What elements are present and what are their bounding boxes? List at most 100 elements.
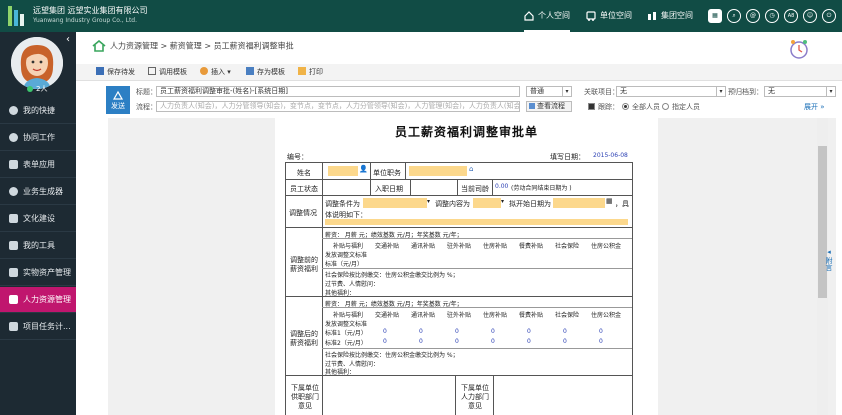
- save-draft-button[interactable]: 保存待发: [96, 67, 135, 77]
- sidebar-item-label: 我的快捷: [23, 106, 55, 115]
- sidebar-item-biz-generator[interactable]: 业务生成器: [0, 179, 76, 205]
- before-label: 调整前的薪资福利: [290, 256, 318, 273]
- sidebar-item-collab[interactable]: 协同工作: [0, 125, 76, 151]
- specified-people-radio[interactable]: [662, 103, 669, 110]
- save-template-icon: [246, 67, 254, 75]
- table-border: [492, 179, 493, 195]
- toolbox-icon: [9, 241, 18, 250]
- collapse-sidebar-icon[interactable]: ‹: [66, 34, 70, 45]
- fill-date-value: 2015-06-08: [593, 152, 628, 159]
- current-age-label: 当前司龄: [461, 185, 489, 193]
- tab-personal-space-label: 个人空间: [538, 11, 570, 20]
- entry-date-label: 入职日期: [375, 185, 403, 193]
- avatar[interactable]: [11, 37, 63, 89]
- table-border: [455, 375, 456, 415]
- after-std2-label: 标准2（元/月）: [325, 340, 367, 347]
- table-border: [370, 162, 371, 195]
- adjust-cond-label: 调整条件为: [325, 200, 360, 208]
- user-icon[interactable]: ☺: [803, 9, 817, 23]
- online-count: 2人: [27, 84, 47, 94]
- insert-button[interactable]: 插入 ▾: [200, 67, 231, 77]
- table-border: [285, 179, 632, 180]
- expand-link[interactable]: 展开 »: [804, 102, 825, 112]
- adjust-explain-input[interactable]: [325, 219, 628, 225]
- title-input[interactable]: 员工薪资福利调整审批-(姓名)-[系统日期]: [156, 86, 520, 97]
- chevron-down-icon: ▾: [562, 87, 571, 96]
- unit-job-input[interactable]: [409, 166, 467, 176]
- asset-icon: [9, 268, 18, 277]
- view-flow-label: 查看流程: [537, 102, 565, 110]
- sidebar-item-project[interactable]: 项目任务计...: [0, 314, 76, 340]
- search-icon[interactable]: ⌕: [727, 9, 741, 23]
- std1-cell: 0: [419, 328, 423, 335]
- priority-select[interactable]: 普通 ▾: [526, 86, 572, 97]
- name-input[interactable]: [328, 166, 358, 176]
- sidebar-item-assets[interactable]: 实物资产管理: [0, 260, 76, 286]
- chevron-down-icon: ▾: [826, 87, 835, 96]
- tab-group-space[interactable]: 集团空间: [647, 0, 693, 32]
- print-label: 打印: [309, 68, 323, 76]
- related-select[interactable]: 无 ▾: [616, 86, 726, 97]
- at-icon[interactable]: @: [746, 9, 760, 23]
- sub-unit-opinion-label: 下属单位供职部门意见: [291, 384, 319, 410]
- insert-label: 插入: [211, 68, 225, 76]
- before-std-row2: 标准（元/月）: [325, 261, 364, 268]
- table-border: [632, 162, 633, 415]
- use-template-button[interactable]: 调用模板: [148, 67, 187, 77]
- save-template-button[interactable]: 存为模板: [246, 67, 285, 77]
- print-button[interactable]: 打印: [298, 67, 323, 77]
- allowance-header: 住房公积金: [591, 312, 622, 319]
- clock-icon[interactable]: [788, 38, 810, 60]
- attachment-pane-toggle[interactable]: ◂ 附言: [822, 247, 836, 274]
- chevron-down-icon: ▾: [427, 198, 431, 205]
- adjust-cond-select[interactable]: [363, 198, 427, 208]
- std1-cell: 0: [527, 328, 531, 335]
- sidebar-item-culture[interactable]: 文化建设: [0, 206, 76, 232]
- before-std-row1: 发放调整文标准: [325, 252, 368, 259]
- flow-input[interactable]: 人力负责人(知会)，人力分管领导(知会)，变节点，变节点，人力分管领导(知会)，…: [156, 101, 520, 112]
- chevron-down-icon: ▾: [716, 87, 725, 96]
- grid-icon[interactable]: ▦: [708, 9, 722, 23]
- breadcrumb-text: 人力资源管理 > 薪资管理 > 员工薪资福利调整审批: [110, 41, 294, 51]
- sidebar-item-label: 表单应用: [23, 160, 55, 169]
- scrollbar-thumb[interactable]: [818, 146, 827, 298]
- sidebar-item-quick[interactable]: 我的快捷: [0, 98, 76, 124]
- group-icon: [648, 11, 656, 20]
- person-pick-icon[interactable]: 👤: [359, 165, 368, 173]
- tab-unit-space[interactable]: 单位空间: [586, 0, 632, 32]
- org-pick-icon[interactable]: ⌂: [469, 165, 473, 173]
- sidebar-item-hr[interactable]: 人力资源管理: [0, 287, 76, 313]
- after-other-row: 其他福利：: [325, 369, 356, 376]
- send-button[interactable]: 发送: [106, 86, 130, 114]
- number-label: 编号：: [287, 153, 308, 161]
- allowance-header: 通讯补贴: [411, 243, 436, 250]
- company-logo: [8, 6, 24, 26]
- tab-unit-space-label: 单位空间: [600, 11, 632, 20]
- sidebar-item-forms[interactable]: 表单应用: [0, 152, 76, 178]
- deadline-select[interactable]: 无 ▾: [764, 86, 836, 97]
- power-icon[interactable]: ⏻: [822, 9, 836, 23]
- main-content: 人力资源管理 > 薪资管理 > 员工薪资福利调整审批 保存待发 调用模板 插入 …: [76, 32, 842, 415]
- table-border: [493, 375, 494, 415]
- std1-cell: 0: [455, 328, 459, 335]
- sidebar-item-tools[interactable]: 我的工具: [0, 233, 76, 259]
- before-other-row: 其他福利：: [325, 290, 356, 297]
- calendar-icon[interactable]: ▦: [606, 197, 613, 205]
- adjust-start-input[interactable]: [553, 198, 605, 208]
- a8-icon[interactable]: A8: [784, 9, 798, 23]
- after-std1-label: 标准1（元/月）: [325, 330, 367, 337]
- attachment-pane-label: 附言: [825, 257, 833, 271]
- tab-personal-space[interactable]: 个人空间: [524, 0, 570, 32]
- all-people-radio[interactable]: [622, 103, 629, 110]
- template-icon: [148, 67, 156, 75]
- table-border: [285, 195, 632, 196]
- home-icon[interactable]: [92, 40, 106, 52]
- sync-icon: [9, 133, 18, 142]
- track-checkbox[interactable]: [588, 103, 595, 110]
- sidebar-item-label: 项目任务计...: [23, 322, 71, 331]
- unit-job-label: 单位职务: [373, 169, 401, 177]
- company-name-cn: 远望集团 远望实业集团有限公司: [33, 6, 148, 15]
- view-flow-button[interactable]: 查看流程: [526, 101, 572, 112]
- adjust-content-select[interactable]: [473, 198, 501, 208]
- clock-icon[interactable]: ◷: [765, 9, 779, 23]
